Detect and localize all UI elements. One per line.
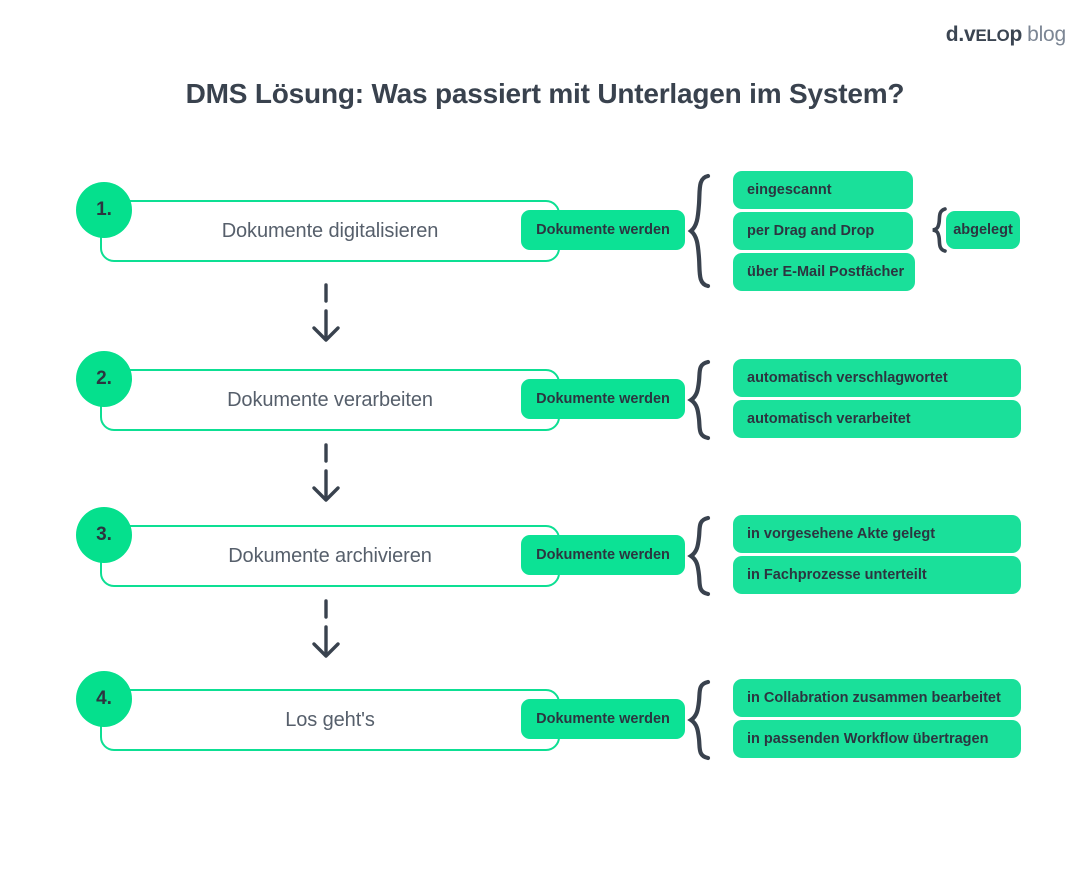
option-pill-1-1: eingescannt (733, 171, 913, 209)
option-pill-3-2: in Fachprozesse unterteilt (733, 556, 1021, 594)
flow-diagram: Dokumente digitalisieren 1. Dokumente we… (0, 0, 1090, 884)
option-pill-label-3-1: in vorgesehene Akte gelegt (747, 526, 936, 542)
option-pill-2-2: automatisch verarbeitet (733, 400, 1021, 438)
option-pill-label-1-3: über E-Mail Postfächer (747, 264, 905, 280)
arrow-down-icon-3 (312, 599, 340, 658)
connector-pill-2: Dokumente werden (521, 379, 685, 419)
result-pill-label-1: abgelegt (953, 222, 1013, 238)
brace-icon-3 (687, 515, 711, 597)
option-pill-label-2-1: automatisch verschlagwortet (747, 370, 948, 386)
step-number-4: 4. (96, 688, 112, 709)
result-pill-1: abgelegt (946, 211, 1020, 249)
step-number-3: 3. (96, 524, 112, 545)
brace-icon-2 (687, 359, 711, 441)
option-pill-3-1: in vorgesehene Akte gelegt (733, 515, 1021, 553)
step-label-1: Dokumente digitalisieren (221, 219, 439, 242)
brace-icon-4 (687, 679, 711, 761)
option-pill-4-2: in passenden Workflow übertragen (733, 720, 1021, 758)
connector-pill-label-4: Dokumente werden (536, 711, 670, 727)
step-number-2: 2. (96, 368, 112, 389)
connector-pill-3: Dokumente werden (521, 535, 685, 575)
connector-pill-4: Dokumente werden (521, 699, 685, 739)
option-pill-1-2: per Drag and Drop (733, 212, 913, 250)
brace-icon-1 (687, 173, 711, 289)
step-number-circle-2: 2. (76, 351, 132, 407)
step-label-3: Dokumente archivieren (228, 544, 432, 567)
option-pill-label-4-2: in passenden Workflow übertragen (747, 731, 989, 747)
connector-pill-label-2: Dokumente werden (536, 391, 670, 407)
connector-pill-label-1: Dokumente werden (536, 222, 670, 238)
step-number-circle-1: 1. (76, 182, 132, 238)
option-pill-4-1: in Collabration zusammen bearbeitet (733, 679, 1021, 717)
step-number-circle-4: 4. (76, 671, 132, 727)
option-pill-1-3: über E-Mail Postfächer (733, 253, 915, 291)
option-pill-label-1-1: eingescannt (747, 182, 832, 198)
connector-pill-1: Dokumente werden (521, 210, 685, 250)
step-number-circle-3: 3. (76, 507, 132, 563)
option-pill-label-2-2: automatisch verarbeitet (747, 411, 911, 427)
step-label-4: Los geht's (285, 708, 375, 731)
step-number-1: 1. (96, 199, 112, 220)
step-label-2: Dokumente verarbeiten (227, 388, 433, 411)
option-pill-label-4-1: in Collabration zusammen bearbeitet (747, 690, 1001, 706)
option-pill-label-1-2: per Drag and Drop (747, 223, 875, 239)
connector-pill-label-3: Dokumente werden (536, 547, 670, 563)
option-pill-2-1: automatisch verschlagwortet (733, 359, 1021, 397)
option-pill-label-3-2: in Fachprozesse unterteilt (747, 567, 927, 583)
